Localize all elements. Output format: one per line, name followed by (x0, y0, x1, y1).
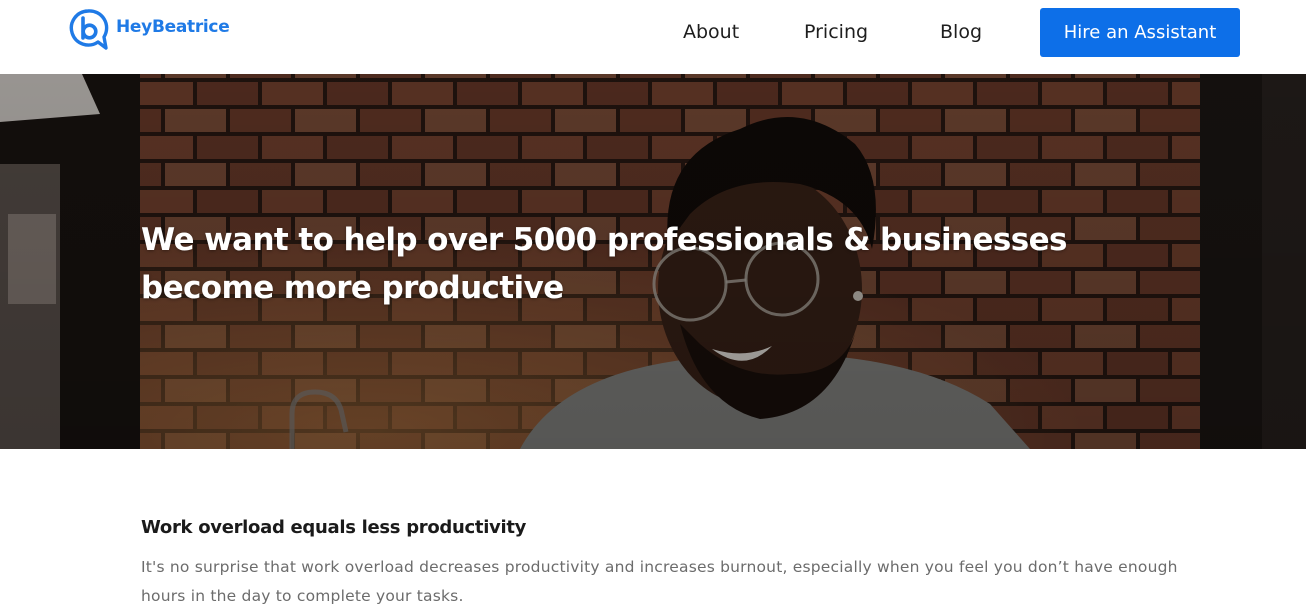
brand-logo-link[interactable]: HeyBeatrice (68, 8, 230, 50)
nav-link-about[interactable]: About (683, 20, 739, 44)
hire-assistant-button[interactable]: Hire an Assistant (1040, 8, 1240, 57)
section-heading: Work overload equals less productivity (141, 517, 527, 538)
brand-logo-icon (69, 9, 109, 50)
nav-link-blog[interactable]: Blog (940, 20, 982, 44)
top-navbar: HeyBeatrice About Pricing Blog Hire an A… (0, 0, 1306, 74)
brand-name: HeyBeatrice (116, 17, 230, 37)
hero-headline: We want to help over 5000 professionals … (141, 222, 1067, 306)
hero-banner: We want to help over 5000 professionals … (0, 74, 1306, 449)
section-body-text: It's no surprise that work overload decr… (141, 558, 1178, 605)
nav-link-pricing[interactable]: Pricing (804, 20, 868, 44)
